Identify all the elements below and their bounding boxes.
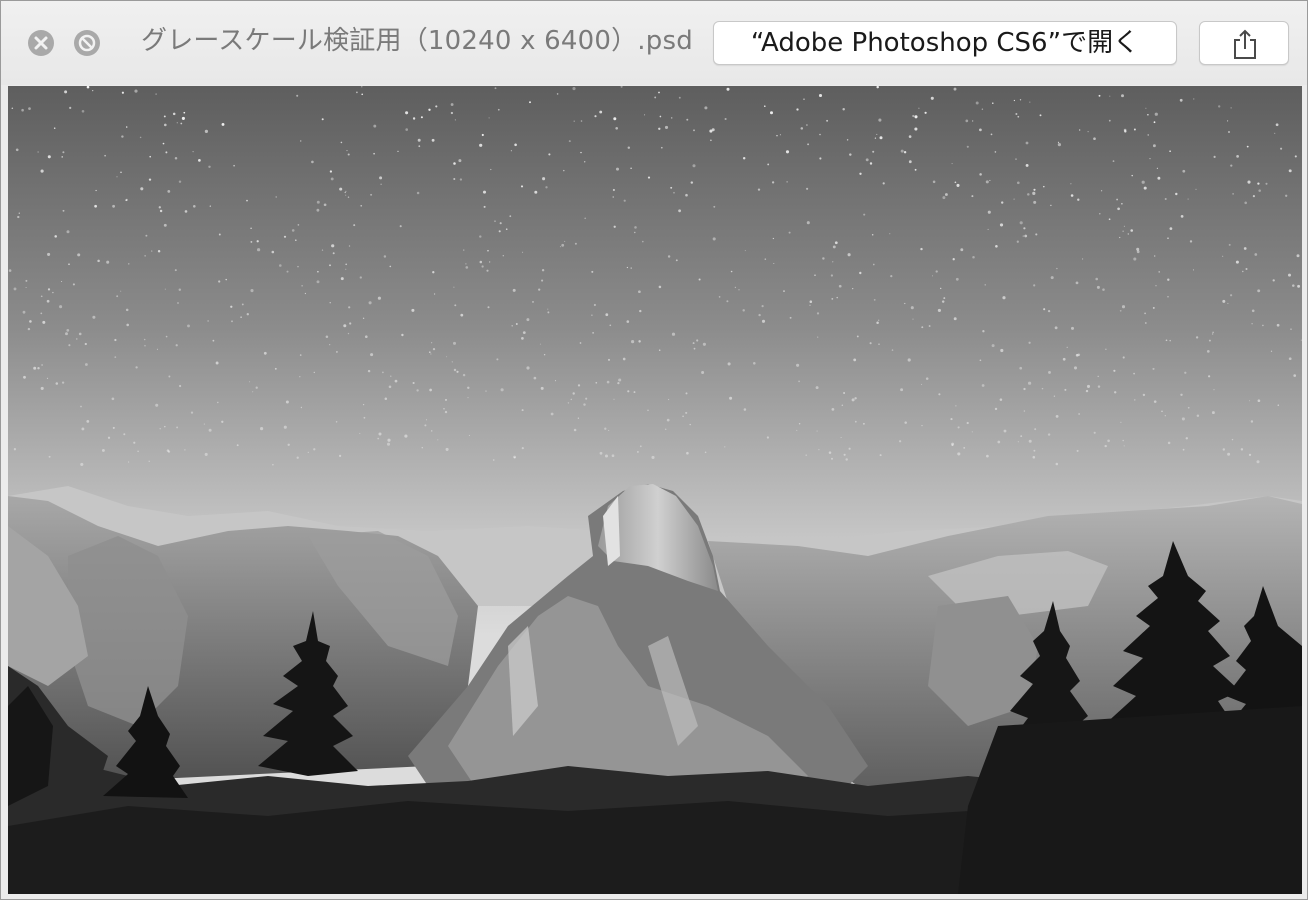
- titlebar: グレースケール検証用（10240 x 6400）.psd “Adobe Phot…: [1, 1, 1307, 85]
- share-icon: [1234, 29, 1256, 59]
- landscape-photo: [8, 86, 1302, 894]
- open-with-button[interactable]: “Adobe Photoshop CS6”で開く: [713, 21, 1177, 65]
- fullscreen-button[interactable]: [73, 29, 101, 57]
- quicklook-window: グレースケール検証用（10240 x 6400）.psd “Adobe Phot…: [0, 0, 1308, 900]
- share-button[interactable]: [1199, 21, 1289, 65]
- window-title: グレースケール検証用（10240 x 6400）.psd: [141, 26, 693, 56]
- fullscreen-disabled-icon: [74, 30, 100, 56]
- close-button[interactable]: [27, 29, 55, 57]
- close-circle-icon: [28, 30, 54, 56]
- image-preview: [8, 86, 1302, 894]
